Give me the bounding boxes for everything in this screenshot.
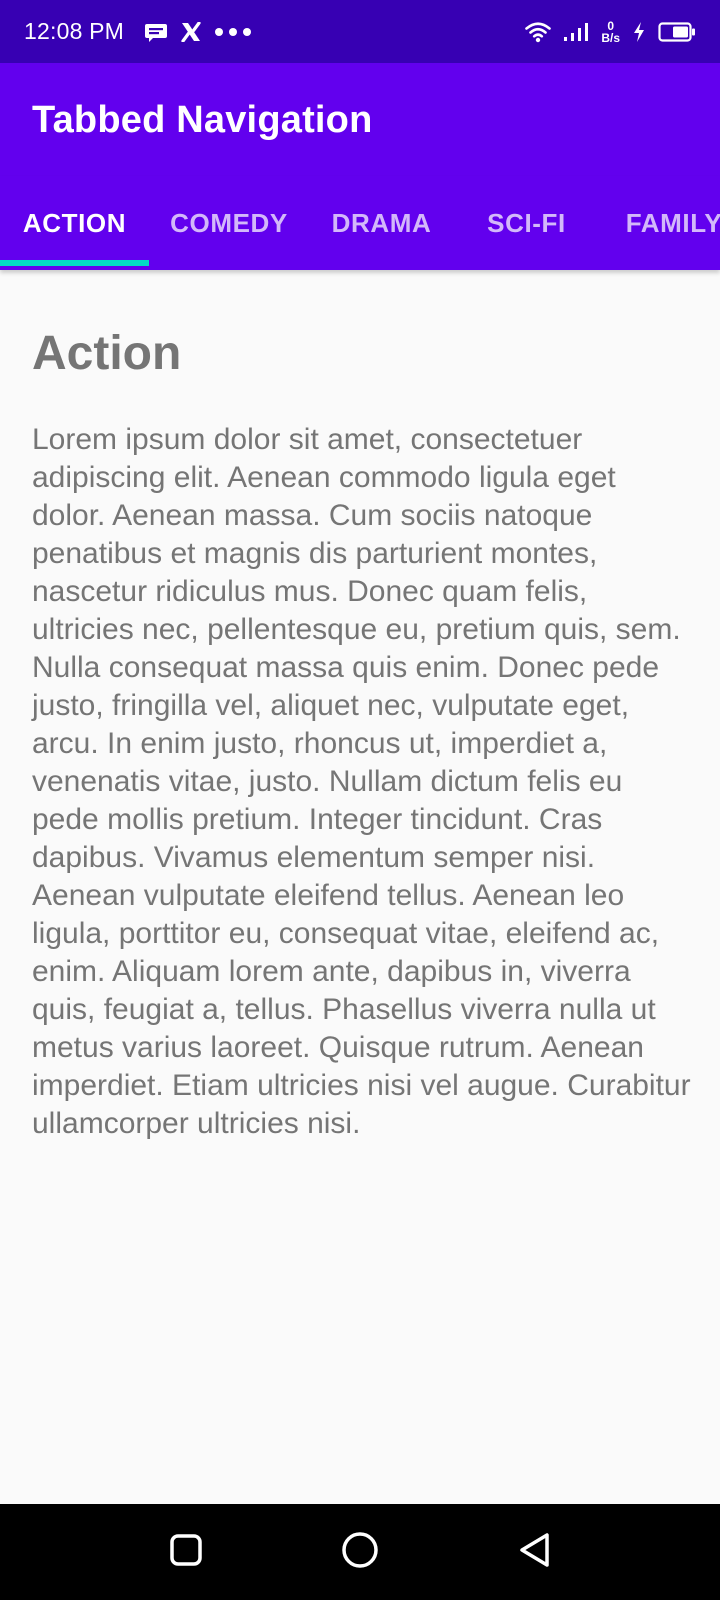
back-triangle-icon bbox=[517, 1531, 553, 1574]
home-circle-icon bbox=[340, 1530, 380, 1575]
recents-button[interactable] bbox=[166, 1532, 206, 1572]
battery-icon bbox=[658, 21, 696, 43]
signal-icon bbox=[563, 22, 589, 42]
app-bar: Tabbed Navigation bbox=[0, 63, 720, 176]
tab-action[interactable]: ACTION bbox=[0, 176, 149, 270]
net-speed-unit: B/s bbox=[601, 30, 620, 45]
app-screen: 12:08 PM 0 B/s Tabbed Navigation ACTION … bbox=[0, 0, 720, 1600]
x-icon bbox=[180, 21, 202, 42]
status-left: 12:08 PM bbox=[24, 18, 252, 45]
status-right: 0 B/s bbox=[525, 20, 696, 44]
status-time: 12:08 PM bbox=[24, 18, 125, 44]
tab-indicator bbox=[0, 260, 149, 266]
tab-family[interactable]: FAMILY bbox=[599, 176, 720, 270]
back-button[interactable] bbox=[515, 1532, 555, 1572]
tab-drama[interactable]: DRAMA bbox=[309, 176, 454, 270]
message-icon bbox=[144, 22, 168, 42]
tab-content: Action Lorem ipsum dolor sit amet, conse… bbox=[32, 270, 692, 1143]
charging-icon bbox=[632, 21, 646, 43]
recents-square-icon bbox=[169, 1533, 203, 1572]
wifi-icon bbox=[525, 21, 552, 43]
net-speed-value: 0 bbox=[607, 18, 614, 33]
more-dots-icon bbox=[214, 27, 252, 37]
app-title: Tabbed Navigation bbox=[32, 99, 373, 141]
tab-bar: ACTION COMEDY DRAMA SCI-FI FAMILY bbox=[0, 176, 720, 270]
status-bar: 12:08 PM 0 B/s bbox=[0, 0, 720, 63]
system-nav-bar bbox=[0, 1504, 720, 1600]
notification-icons bbox=[144, 21, 252, 42]
content-body: Lorem ipsum dolor sit amet, consectetuer… bbox=[32, 423, 691, 1140]
tab-comedy[interactable]: COMEDY bbox=[149, 176, 309, 270]
home-button[interactable] bbox=[340, 1530, 380, 1575]
content-title: Action bbox=[32, 327, 182, 380]
tab-sci-fi[interactable]: SCI-FI bbox=[454, 176, 599, 270]
net-speed-indicator: 0 B/s bbox=[601, 20, 620, 44]
